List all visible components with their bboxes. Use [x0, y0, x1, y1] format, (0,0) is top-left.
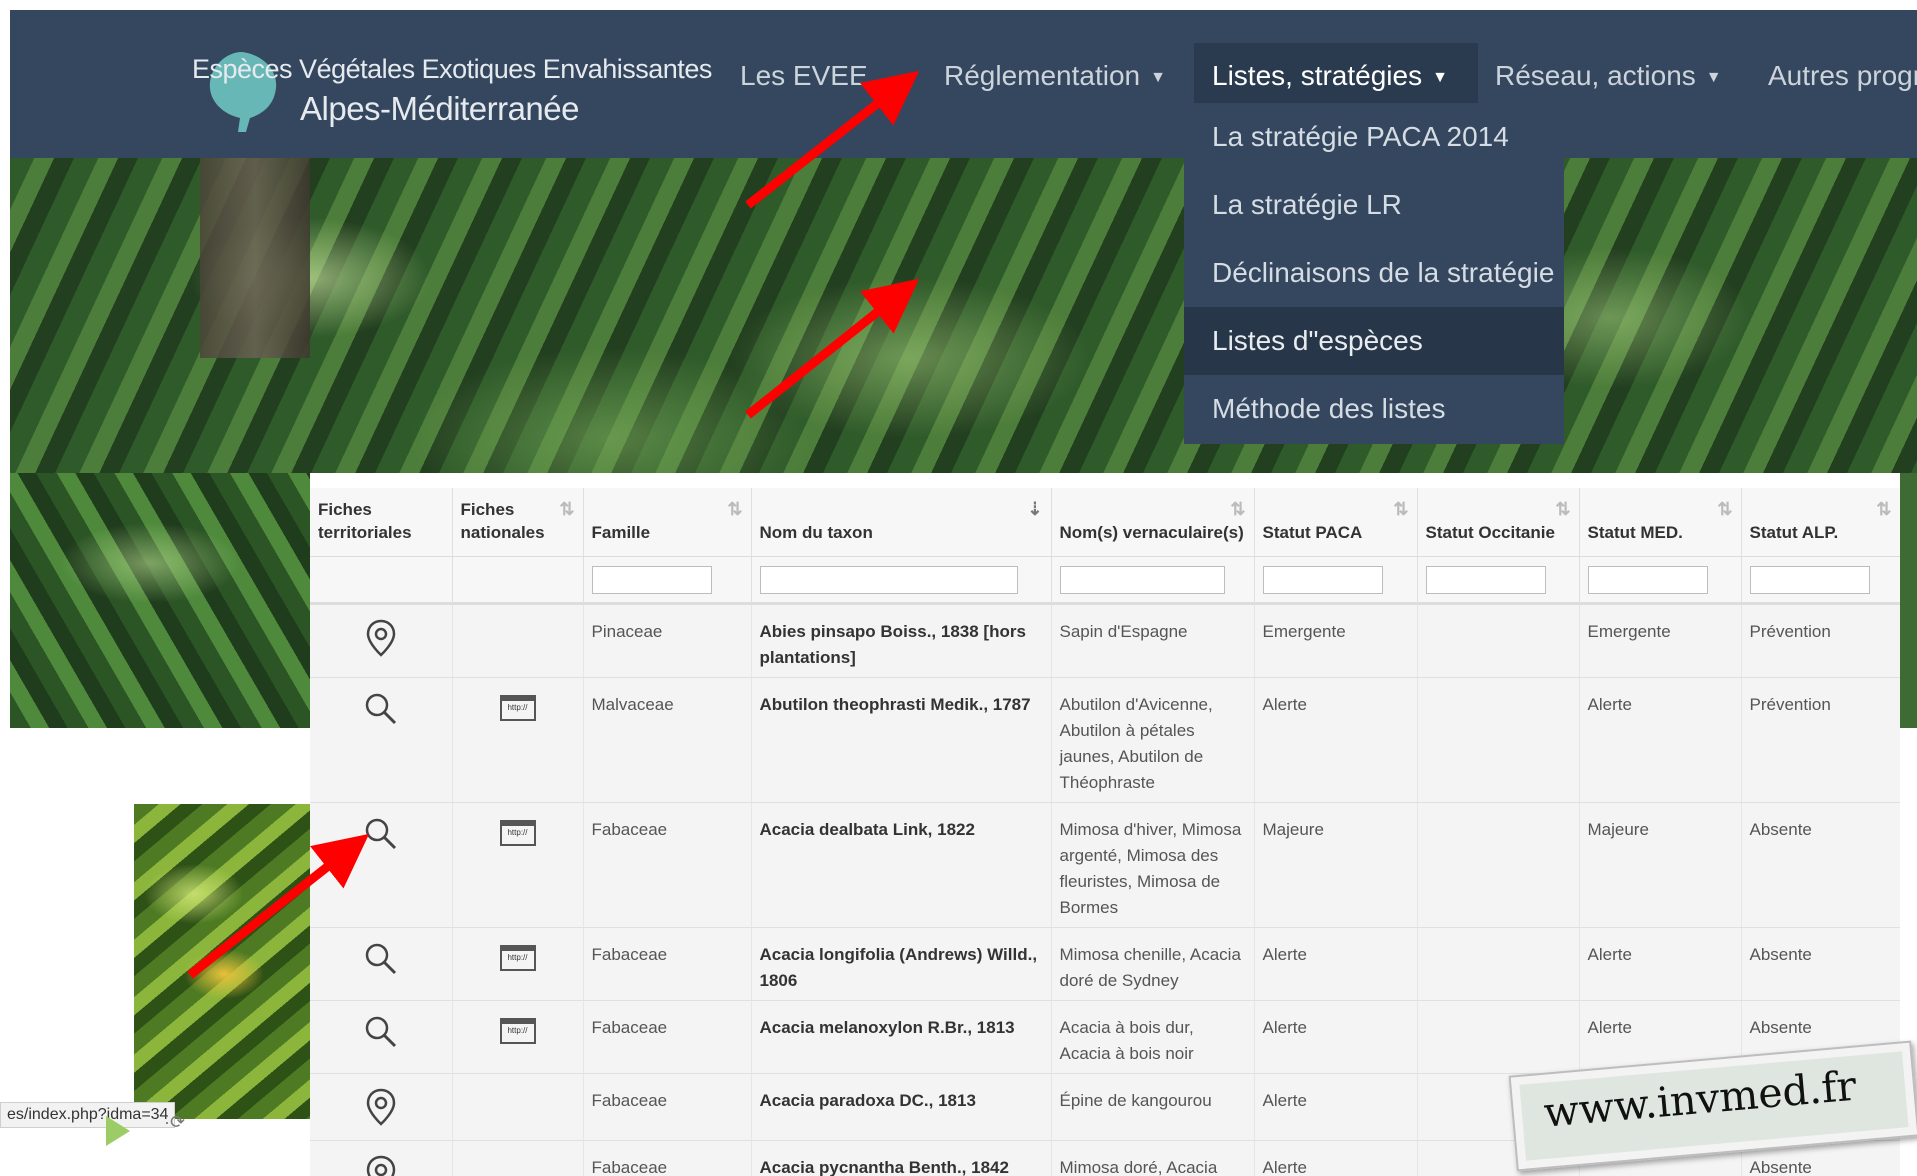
red-arrow-icon	[745, 278, 920, 419]
annotation-arrows	[187, 70, 920, 979]
red-arrow-icon	[745, 70, 920, 209]
red-arrow-icon	[187, 833, 370, 979]
